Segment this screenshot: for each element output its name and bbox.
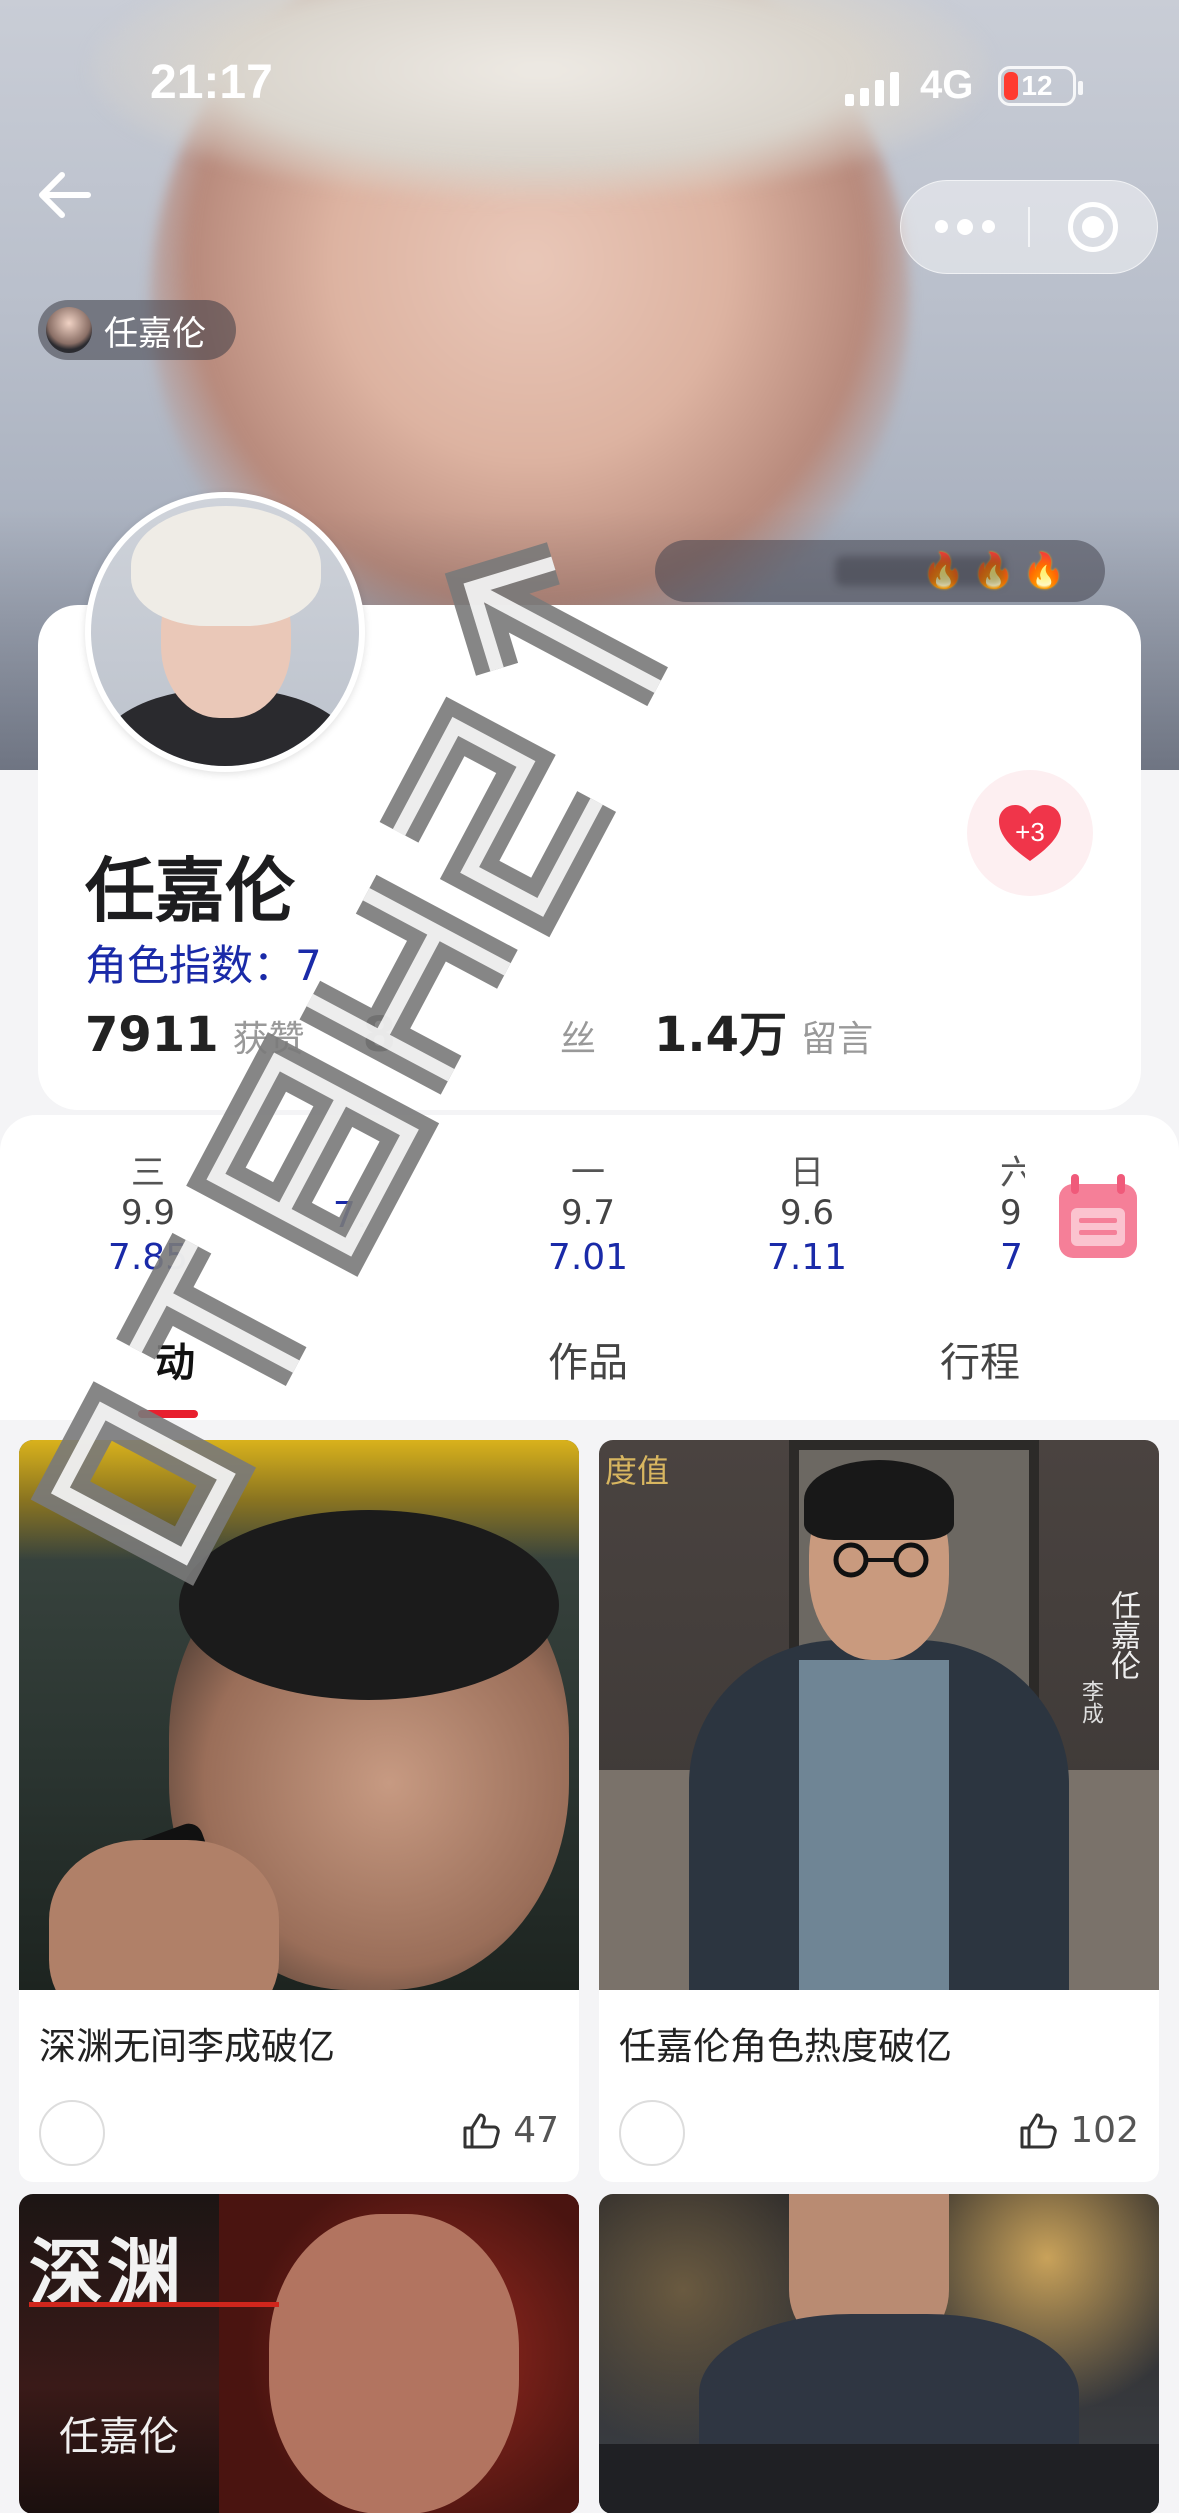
thumb-up-icon xyxy=(1020,2113,1058,2148)
poster-corner-text: 度值 xyxy=(605,1452,670,1490)
chip-name: 任嘉伦 xyxy=(104,313,206,354)
author-avatar[interactable] xyxy=(619,2100,685,2166)
day-score: 7. xyxy=(332,1195,368,1236)
day-date: 9.6 xyxy=(779,1193,835,1233)
tab-works[interactable]: 作品 xyxy=(548,1330,628,1388)
day-name: 一 xyxy=(571,1153,605,1193)
day-score: 7. xyxy=(1000,1237,1025,1278)
status-time: 21:17 xyxy=(150,56,273,109)
feed-card[interactable]: 深渊 任嘉伦 xyxy=(19,2194,579,2513)
battery-icon: 12 xyxy=(998,66,1083,106)
day-name: 六 xyxy=(1000,1153,1025,1193)
like-button[interactable]: +3 xyxy=(967,770,1093,896)
avatar[interactable] xyxy=(85,492,365,772)
poster-actor-name: 任嘉伦 xyxy=(59,2414,179,2460)
like-count-badge: +3 xyxy=(1015,817,1045,847)
calendar-icon xyxy=(1059,1174,1137,1258)
likes-label: 获赞 xyxy=(232,1019,305,1060)
feed-image: 度值 任嘉伦 李成 xyxy=(599,1440,1159,1990)
feed-title: 任嘉伦角色热度破亿 xyxy=(619,2025,952,2068)
day-name: 日 xyxy=(790,1153,824,1193)
hot-rank-pill[interactable]: 🔥 🔥 🔥 xyxy=(655,540,1105,602)
feed-card[interactable]: 度值 任嘉伦 李成 任嘉伦角色热度破亿 102 xyxy=(599,1440,1159,2182)
feed-image xyxy=(599,2194,1159,2513)
target-icon xyxy=(1068,202,1119,252)
feed-card[interactable] xyxy=(599,2194,1159,2513)
flame-icon: 🔥 xyxy=(1022,551,1065,591)
arrow-left-icon xyxy=(39,172,91,218)
day-date: 9.7 xyxy=(560,1193,616,1233)
poster-role-name: 李成 xyxy=(1078,1680,1103,1724)
poster-actor-name: 任嘉伦 xyxy=(1105,1590,1140,1680)
day-score: 7.85 xyxy=(107,1237,189,1278)
day-name xyxy=(270,1145,430,1191)
thumb-up-icon xyxy=(463,2113,500,2148)
author-avatar[interactable] xyxy=(39,2100,105,2166)
active-tab-indicator xyxy=(138,1410,198,1418)
page-title: 任嘉伦 xyxy=(85,850,295,932)
day-date: 9.9 xyxy=(120,1193,176,1233)
content-tabs: 动 作品 行程 xyxy=(0,1310,1179,1420)
day-score: 7.11 xyxy=(766,1237,848,1278)
close-button[interactable] xyxy=(1030,202,1157,252)
fans-label: 丝 xyxy=(560,1019,597,1060)
day-column[interactable]: 一 9.7 7.01 xyxy=(508,1145,668,1278)
signal-icon xyxy=(845,72,899,106)
blurred-text xyxy=(835,556,1005,586)
battery-level: 12 xyxy=(1021,70,1053,101)
day-column[interactable]: 日 9.6 7.11 xyxy=(727,1145,887,1278)
profile-stats: 7911 获赞 8 丝 1.4万 留言 xyxy=(85,995,931,1065)
more-button[interactable] xyxy=(901,218,1028,235)
fans-count: 8 xyxy=(362,1007,397,1063)
actor-chip[interactable]: 任嘉伦 xyxy=(38,300,236,360)
tab-schedule[interactable]: 行程 xyxy=(940,1330,1020,1388)
mini-program-capsule xyxy=(900,180,1158,274)
like-counter[interactable]: 102 xyxy=(1018,2110,1139,2151)
like-count: 102 xyxy=(1070,2110,1139,2151)
day-column[interactable]: 三 9.9 7.85 xyxy=(68,1145,228,1278)
feed-card[interactable]: 深渊无间李成破亿 47 xyxy=(19,1440,579,2182)
calendar-button[interactable] xyxy=(1055,1170,1141,1262)
comments-count: 1.4万 xyxy=(654,1007,788,1063)
day-name: 三 xyxy=(131,1153,165,1193)
day-date: 9 xyxy=(1000,1193,1022,1233)
comments-label: 留言 xyxy=(801,1019,874,1060)
day-score: 7.01 xyxy=(547,1237,629,1278)
feed-image xyxy=(19,1440,579,1990)
feed-image: 深渊 任嘉伦 xyxy=(19,2194,579,2513)
chip-avatar xyxy=(46,307,92,353)
network-type: 4G xyxy=(920,63,974,107)
day-column[interactable]: 7. xyxy=(270,1145,430,1236)
day-column[interactable]: 六 9 7. xyxy=(945,1145,1025,1278)
likes-count: 7911 xyxy=(85,1007,219,1063)
like-count: 47 xyxy=(513,2110,559,2151)
feed-title: 深渊无间李成破亿 xyxy=(39,2025,335,2068)
status-bar: 21:17 4G 12 xyxy=(0,0,1179,170)
tab-dynamics[interactable]: 动 xyxy=(155,1330,195,1388)
like-counter[interactable]: 47 xyxy=(461,2110,559,2151)
role-index: 角色指数：7 xyxy=(85,941,322,990)
back-button[interactable] xyxy=(30,160,100,230)
ellipsis-icon xyxy=(934,219,948,233)
